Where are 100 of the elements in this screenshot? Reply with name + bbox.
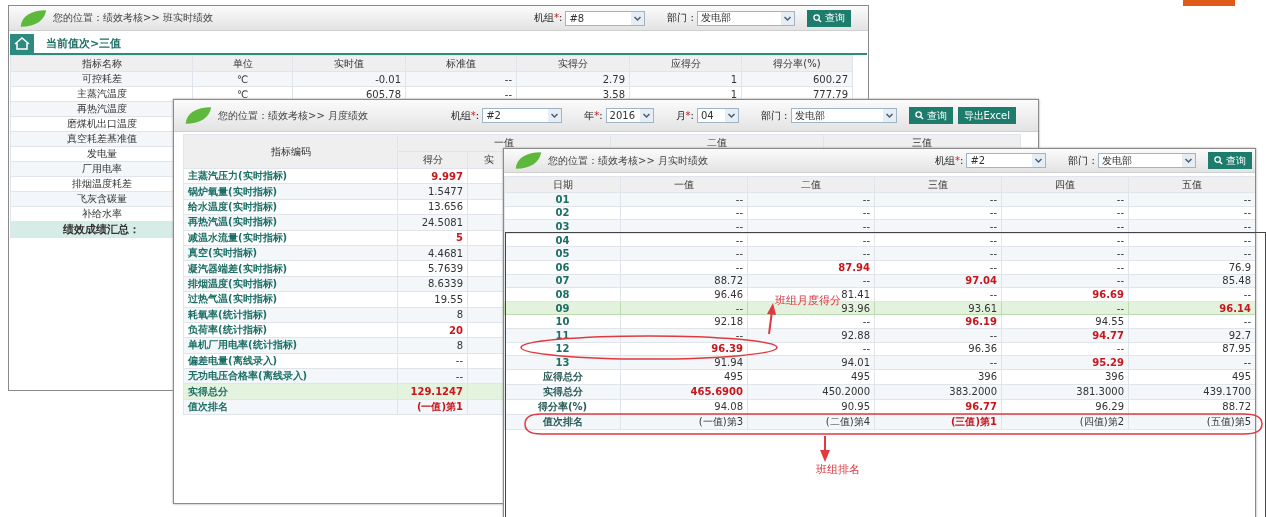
field-label: 部门 : (1068, 153, 1095, 168)
export-button[interactable]: 导出Excel (957, 107, 1016, 124)
table-cell: -- (747, 314, 875, 329)
caret-icon (631, 11, 645, 25)
search-icon (813, 13, 822, 23)
column-header: 应得分 (629, 55, 742, 72)
row-label[interactable]: 10 (555, 316, 570, 328)
table-cell: 96.36 (874, 342, 1002, 356)
table-cell: 5.7639 (397, 260, 468, 277)
row-label[interactable]: 09 (555, 302, 570, 314)
breadcrumb: 您的位置：绩效考核>> 月实时绩效 (548, 153, 708, 168)
section-title: 当前值次>三值 (46, 36, 122, 51)
dropdown[interactable]: 04 (696, 108, 739, 123)
field-label: 年*: (584, 108, 603, 123)
row-label[interactable]: 07 (555, 275, 570, 287)
column-header: 实时值 (292, 55, 406, 72)
table-cell: -- (620, 260, 748, 275)
column-header: 标准值 (405, 55, 517, 72)
search-button[interactable]: 查询 (1208, 152, 1252, 169)
row-label: 减温水流量(实时指标) (183, 230, 398, 246)
row-label[interactable]: 04 (555, 234, 570, 246)
dropdown[interactable]: 发电部 (697, 10, 795, 26)
row-label: 过热气温(实时指标) (183, 291, 398, 307)
row-label[interactable]: 03 (555, 221, 570, 232)
caret-icon (781, 11, 794, 25)
caret-icon (1032, 154, 1046, 167)
dropdown[interactable]: #2 (482, 108, 563, 123)
dropdown[interactable]: 2016 (605, 108, 654, 123)
table-cell: -- (397, 353, 468, 369)
table-cell: -- (1001, 260, 1129, 275)
caret-icon (724, 109, 738, 122)
search-button[interactable]: 查询 (908, 107, 953, 124)
table-cell: -- (1001, 342, 1129, 356)
table-cell: -- (747, 342, 875, 356)
dropdown[interactable]: 发电部 (1098, 153, 1196, 168)
caret-icon (882, 109, 896, 122)
row-label: 给水温度(实时指标) (183, 199, 398, 215)
table-cell: 96.19 (874, 314, 1002, 329)
leaf-icon (184, 106, 212, 125)
row-label[interactable]: 02 (555, 207, 570, 219)
column-header: 得分率(%) (741, 55, 853, 72)
column-header: 一值 (620, 176, 748, 193)
field-label: 机组*: (935, 153, 964, 168)
search-icon (1214, 156, 1223, 165)
table-cell: 19.55 (397, 291, 468, 307)
column-header: 五值 (1128, 176, 1255, 193)
caret-icon (1182, 154, 1195, 167)
row-label[interactable]: 01 (555, 193, 570, 205)
table-cell: 96.69 (1001, 287, 1129, 302)
table-cell: -- (747, 206, 875, 220)
table-cell: 396 (874, 369, 1002, 385)
dropdown[interactable]: 发电部 (790, 108, 897, 123)
table-cell: 20 (397, 322, 468, 338)
column-header: 单位 (192, 55, 293, 72)
table-cell: 9.997 (397, 168, 468, 184)
column-header: 日期 (504, 176, 621, 193)
table-cell: 87.95 (1128, 342, 1255, 356)
column-header: 指标编码 (183, 134, 398, 169)
dropdown[interactable]: #2 (966, 153, 1047, 168)
table-cell: -- (874, 260, 1002, 275)
table-cell: -- (1001, 206, 1129, 220)
row-label[interactable]: 12 (555, 343, 570, 355)
row-label[interactable]: 06 (555, 261, 570, 273)
table-cell: 94.55 (1001, 314, 1129, 329)
annotation-label: 班组排名 (816, 462, 860, 477)
row-label[interactable]: 05 (555, 248, 570, 260)
field-label: 机组*: (534, 11, 563, 25)
column-header: 三值 (874, 176, 1002, 193)
row-label[interactable]: 08 (555, 288, 570, 300)
caret-icon (548, 109, 562, 122)
column-header: 实得分 (516, 55, 630, 72)
arrow-annotation (819, 436, 831, 462)
column-header: 二值 (747, 176, 875, 193)
leaf-icon (514, 151, 542, 170)
table-cell: 495 (747, 369, 875, 385)
table-cell: 396 (1001, 369, 1129, 385)
row-label: 负荷率(统计指标) (183, 322, 398, 338)
table-cell: -- (620, 206, 748, 220)
table-cell: 87.94 (747, 260, 875, 275)
column-header: 指标名称 (10, 55, 193, 72)
column-header: 四值 (1001, 176, 1129, 193)
field-label: 月*: (675, 108, 694, 123)
field-label: 机组*: (450, 108, 480, 123)
table-cell: -- (874, 206, 1002, 220)
table-cell: 96.46 (620, 287, 748, 302)
table-cell: 495 (1128, 369, 1255, 385)
table-cell: 96.39 (620, 342, 748, 356)
table-cell: 13.656 (397, 199, 468, 215)
row-label[interactable]: 13 (555, 356, 570, 368)
table-cell: 76.9 (1128, 260, 1255, 275)
field-label: 部门 : (667, 11, 694, 25)
arrow-annotation (764, 303, 778, 335)
dropdown[interactable]: #8 (565, 10, 646, 26)
table-cell: 495 (620, 369, 748, 385)
table-cell: 92.18 (620, 314, 748, 329)
breadcrumb: 您的位置：绩效考核>> 班实时绩效 (53, 11, 213, 25)
leaf-icon (19, 8, 47, 28)
breadcrumb: 您的位置：绩效考核>> 月度绩效 (218, 108, 368, 123)
search-button[interactable]: 查询 (807, 9, 851, 27)
row-label: 凝汽器端差(实时指标) (183, 260, 398, 277)
